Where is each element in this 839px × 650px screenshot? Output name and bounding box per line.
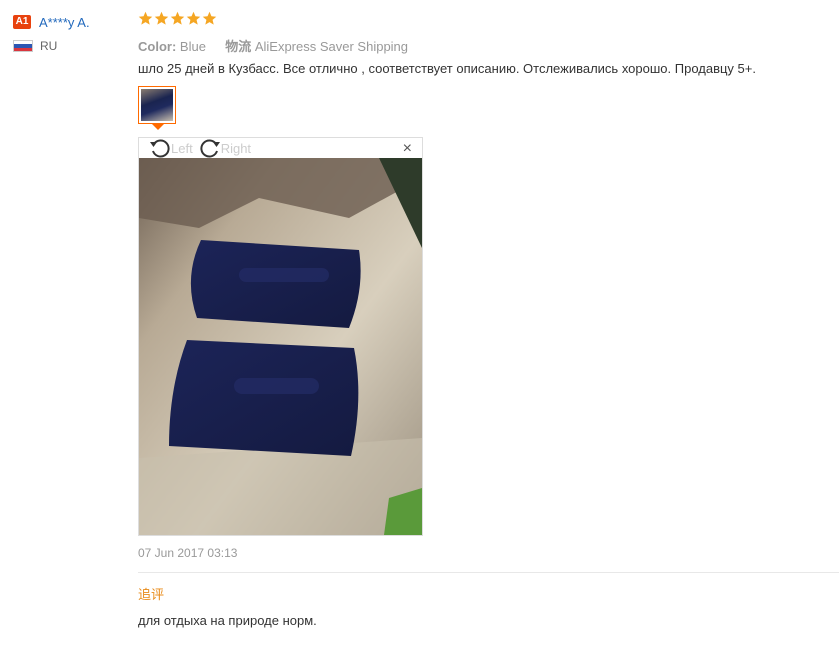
viewer-toolbar: Left Right × bbox=[139, 138, 422, 158]
review-date: 07 Jun 2017 03:13 bbox=[138, 546, 238, 560]
selected-arrow-icon bbox=[152, 124, 164, 130]
user-row: A1 A****y A. bbox=[13, 12, 133, 32]
review-text: шло 25 дней в Кузбасс. Все отлично , соо… bbox=[138, 61, 756, 76]
rotate-right-icon bbox=[200, 139, 220, 158]
star-rating bbox=[138, 11, 839, 29]
star-icon bbox=[170, 11, 185, 25]
rotate-left-label: Left bbox=[171, 140, 193, 156]
divider bbox=[138, 572, 839, 573]
star-icon bbox=[202, 11, 217, 25]
additional-review-title: 追评 bbox=[138, 587, 165, 602]
review-photo bbox=[139, 158, 422, 535]
shipping-label: 物流 bbox=[225, 39, 252, 54]
rotate-right-label: Right bbox=[220, 140, 252, 156]
photo-thumbnail[interactable] bbox=[138, 86, 176, 130]
country-code: RU bbox=[40, 39, 58, 53]
star-icon bbox=[138, 11, 153, 25]
level-badge: A1 bbox=[13, 15, 31, 29]
close-icon[interactable]: × bbox=[403, 140, 412, 158]
rotate-left-button[interactable]: Left bbox=[149, 138, 193, 158]
additional-review-text: для отдыха на природе норм. bbox=[138, 613, 317, 628]
rotate-left-icon bbox=[150, 139, 170, 158]
thumbnail-image bbox=[141, 89, 173, 121]
reviewer-info: A1 A****y A. RU bbox=[13, 12, 133, 53]
user-name[interactable]: A****y A. bbox=[39, 15, 90, 30]
review-body: Color: Blue 物流 AliExpress Saver Shipping… bbox=[138, 11, 839, 628]
star-icon bbox=[154, 11, 169, 25]
order-info: Color: Blue 物流 AliExpress Saver Shipping bbox=[138, 36, 839, 54]
russia-flag-icon bbox=[13, 40, 33, 52]
rotate-right-button[interactable]: Right bbox=[199, 138, 251, 158]
shipping-value: AliExpress Saver Shipping bbox=[254, 39, 409, 54]
color-value: Blue bbox=[179, 39, 206, 54]
color-label: Color: bbox=[138, 39, 177, 54]
country-row: RU bbox=[13, 39, 133, 53]
star-icon bbox=[186, 11, 201, 25]
photo-viewer: Left Right × bbox=[138, 137, 423, 536]
